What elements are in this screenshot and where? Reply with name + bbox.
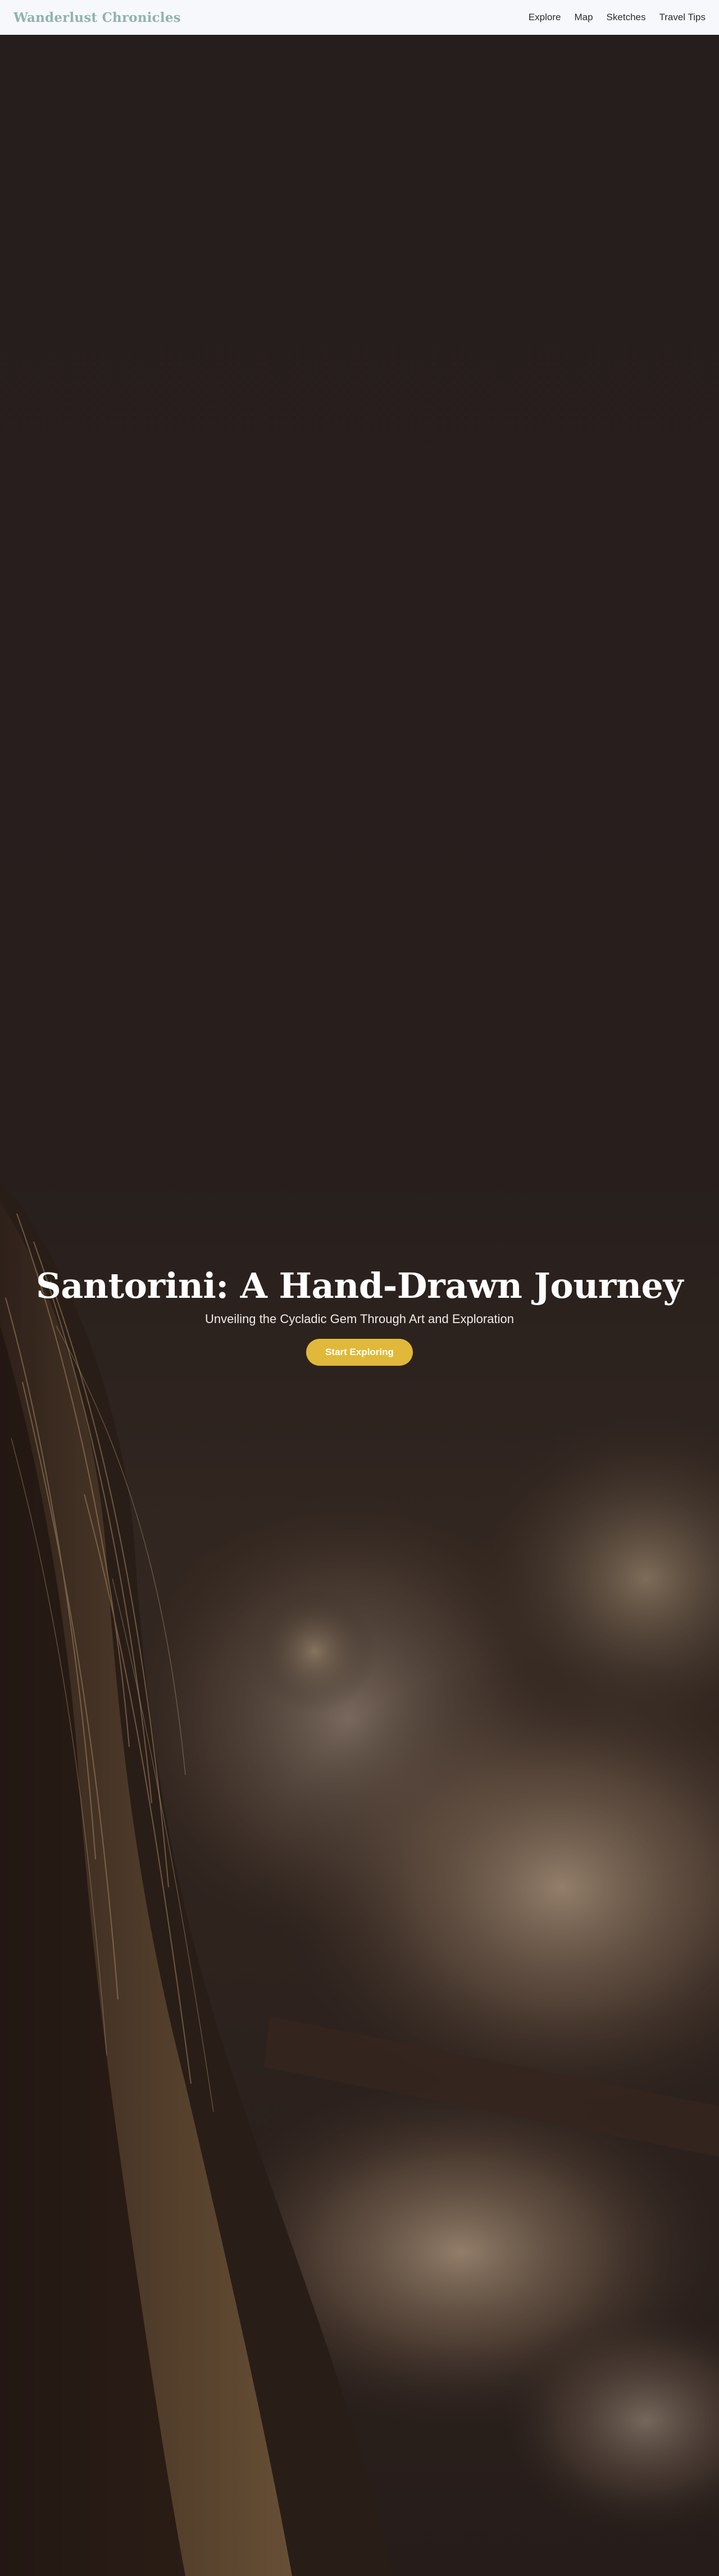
hero-section: Santorini: A Hand-Drawn Journey Unveilin…	[0, 35, 719, 2576]
nav-link-explore[interactable]: Explore	[529, 12, 561, 23]
top-navigation: Wanderlust Chronicles Explore Map Sketch…	[0, 0, 719, 35]
nav-links: Explore Map Sketches Travel Tips	[529, 12, 706, 23]
hero-content: Santorini: A Hand-Drawn Journey Unveilin…	[0, 1265, 719, 1366]
hero-subtitle: Unveiling the Cycladic Gem Through Art a…	[205, 1312, 514, 1326]
brand-logo[interactable]: Wanderlust Chronicles	[13, 10, 181, 25]
nav-link-map[interactable]: Map	[574, 12, 593, 23]
nav-link-sketches[interactable]: Sketches	[607, 12, 646, 23]
start-exploring-button[interactable]: Start Exploring	[306, 1339, 413, 1366]
hero-title: Santorini: A Hand-Drawn Journey	[35, 1265, 684, 1306]
nav-link-travel-tips[interactable]: Travel Tips	[659, 12, 706, 23]
